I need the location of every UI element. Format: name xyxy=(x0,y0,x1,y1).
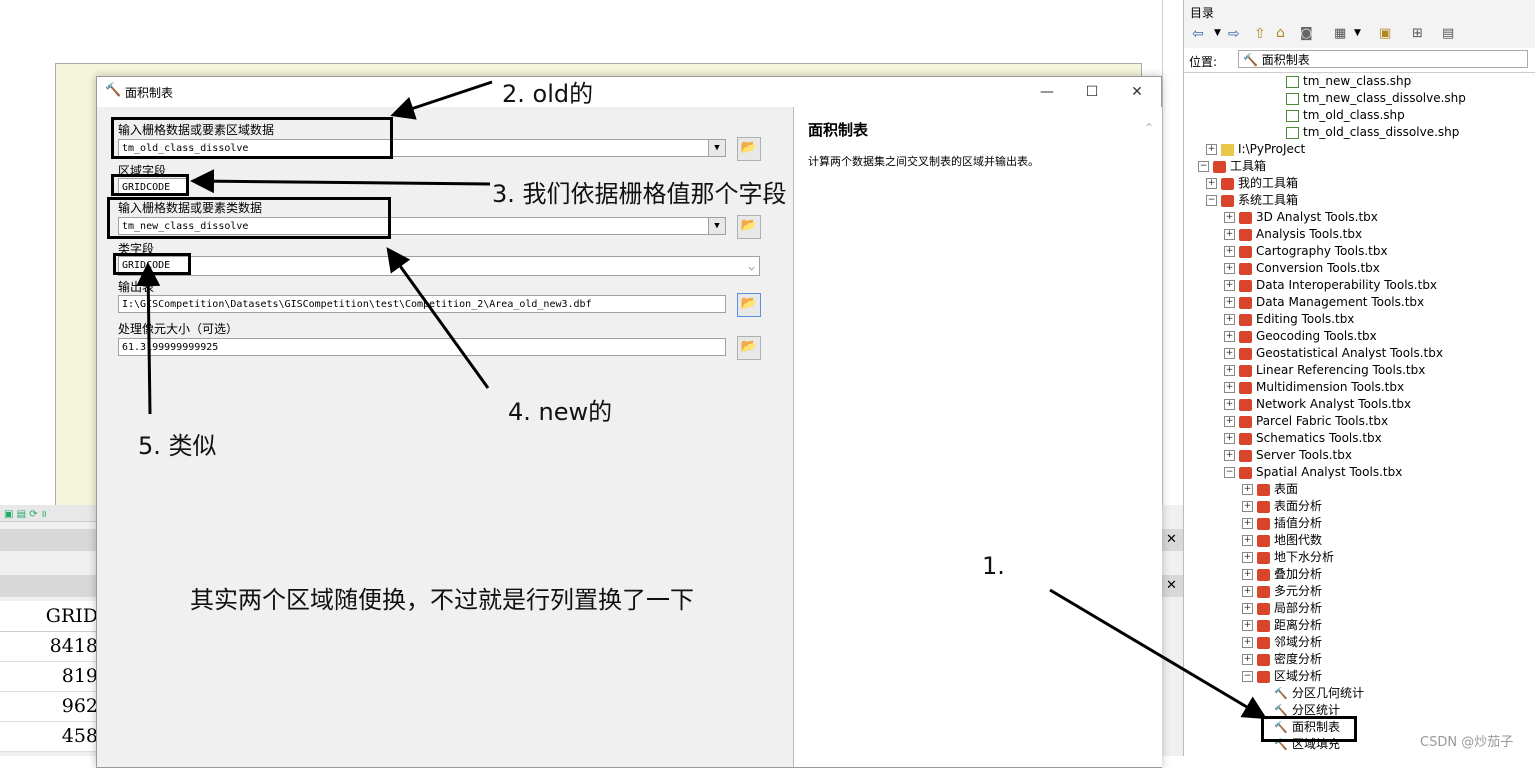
arrow-5 xyxy=(136,262,161,415)
annotation-2: 2. old的 xyxy=(502,80,594,108)
annotation-3: 3. 我们依据栅格值那个字段 xyxy=(492,180,787,208)
arrow-1 xyxy=(1049,588,1268,720)
annotation-1: 1. xyxy=(982,552,1005,580)
annotation-4: 4. new的 xyxy=(508,398,613,426)
annotation-5: 5. 类似 xyxy=(138,432,217,460)
arrow-3 xyxy=(190,169,491,194)
arrow-4 xyxy=(386,247,490,389)
annotation-arrows xyxy=(136,80,1268,720)
annotation-note: 其实两个区域随便换，不过就是行列置换了一下 xyxy=(190,586,694,614)
arrow-2 xyxy=(390,80,493,120)
